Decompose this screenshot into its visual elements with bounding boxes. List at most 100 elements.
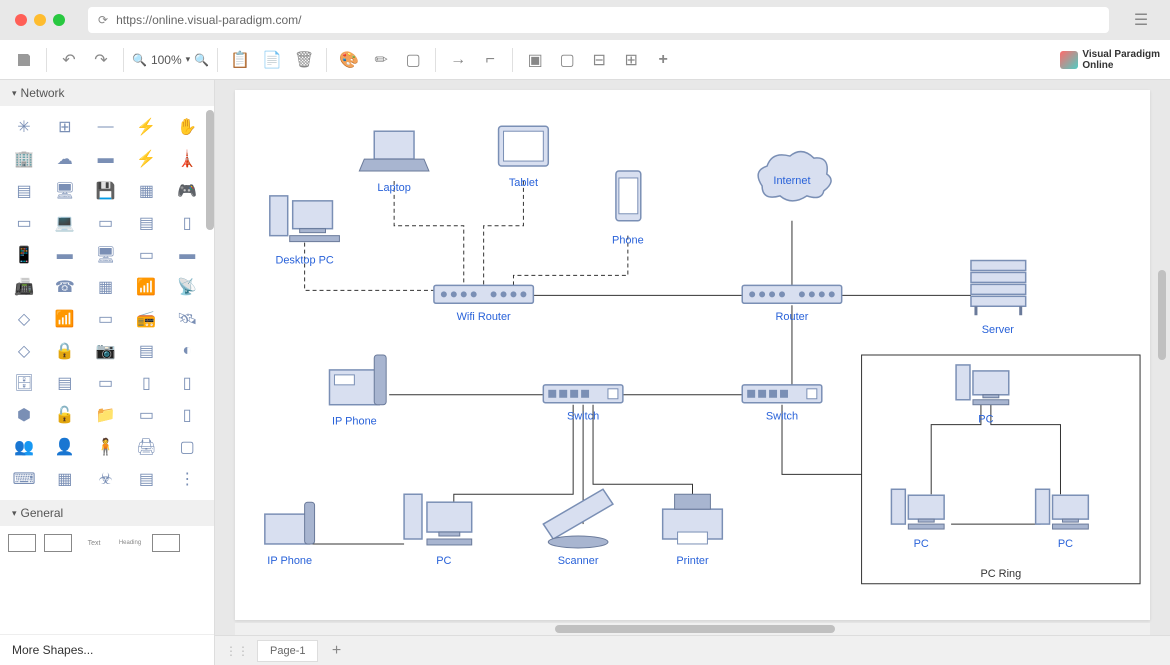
shape-cpu[interactable]: ▦ [49,466,81,492]
shape-router[interactable]: ▭ [8,210,40,236]
front-button[interactable]: ▣ [521,46,549,74]
shape-disk[interactable]: 💾 [90,178,122,204]
shape-keyboard[interactable]: ⌨ [8,466,40,492]
add-page-button[interactable]: + [326,641,346,661]
zoom-control[interactable]: 🔍 100% ▾ 🔍 [132,53,209,67]
shape-cloud[interactable]: ☁ [49,146,81,172]
shape-device[interactable]: ▭ [90,306,122,332]
shape-person[interactable]: 🧍 [90,434,122,460]
shape-monitor[interactable]: 🖥 [90,242,122,268]
maximize-window[interactable] [53,14,65,26]
node-desktop-pc[interactable]: Desktop PC [270,196,340,267]
shape-stick[interactable]: ▯ [171,402,203,428]
shape-grid[interactable]: ⊞ [49,114,81,140]
general-panel-header[interactable]: General [0,500,214,526]
redo-button[interactable]: ↷ [87,46,115,74]
shape-rack[interactable]: ▤ [8,178,40,204]
shape-line[interactable]: — [90,114,122,140]
shape-antenna[interactable]: 📶 [49,306,81,332]
shape-bio[interactable]: ☣ [90,466,122,492]
delete-button[interactable]: 🗑 [290,46,318,74]
node-server[interactable]: Server [971,261,1026,337]
shape-folder[interactable]: 📁 [90,402,122,428]
reload-icon[interactable]: ⟳ [98,13,108,27]
shape-sun[interactable]: ✳ [8,114,40,140]
shape-dots[interactable]: ⋮ [171,466,203,492]
shape-printer[interactable]: 🖨 [130,434,162,460]
shape-brick[interactable]: ▬ [171,242,203,268]
horizontal-scrollbar[interactable] [235,623,1150,635]
shape-bar[interactable]: ▬ [49,242,81,268]
shape-tower[interactable]: 🗼 [171,146,203,172]
shape-phone[interactable]: 📱 [8,242,40,268]
shape-fax[interactable]: 📠 [8,274,40,300]
node-internet[interactable]: Internet [758,152,831,201]
stroke-button[interactable]: ✏ [367,46,395,74]
shape-misc1[interactable]: ▤ [130,338,162,364]
sidebar-scrollbar[interactable] [206,110,214,230]
shape-building[interactable]: 🏢 [8,146,40,172]
distribute-button[interactable]: ⊞ [617,46,645,74]
gen-rect3[interactable] [152,534,180,552]
node-scanner[interactable]: Scanner [543,489,613,567]
shape-switch[interactable]: ▭ [90,210,122,236]
shape-ssd[interactable]: ▭ [90,370,122,396]
shape-unlock[interactable]: 🔓 [49,402,81,428]
shape-firewall[interactable]: ▦ [90,274,122,300]
shape-hand[interactable]: ✋ [171,114,203,140]
shape-dish[interactable]: 📡 [171,274,203,300]
shape-telephone[interactable]: ☎ [49,274,81,300]
gen-text[interactable]: Text [80,534,108,552]
node-pc-top[interactable]: PC [956,365,1009,426]
undo-button[interactable]: ↶ [55,46,83,74]
minimize-window[interactable] [34,14,46,26]
shape-modem[interactable]: ▤ [130,210,162,236]
zoom-in-icon[interactable]: 🔍 [194,53,209,67]
shape-users[interactable]: 👥 [8,434,40,460]
shape-cyl[interactable]: ⬢ [8,402,40,428]
add-button[interactable]: + [649,46,677,74]
shape-box[interactable]: ▭ [130,242,162,268]
gen-heading[interactable]: Heading [116,534,144,552]
network-panel-header[interactable]: Network [0,80,214,106]
shape-usb[interactable]: ▯ [130,370,162,396]
zoom-out-icon[interactable]: 🔍 [132,53,147,67]
shape-radio[interactable]: 📻 [130,306,162,332]
chevron-down-icon[interactable]: ▾ [186,54,191,65]
gen-rect2[interactable] [44,534,72,552]
node-ip-phone-2[interactable]: IP Phone [265,502,315,567]
more-shapes-button[interactable]: More Shapes... [0,634,214,665]
url-bar[interactable]: ⟳ https://online.visual-paradigm.com/ [88,7,1109,33]
shape-lock[interactable]: 🔒 [49,338,81,364]
menu-icon[interactable]: ☰ [1127,6,1155,34]
shape-satellite[interactable]: 🛰 [171,306,203,332]
copy-button[interactable]: 📋 [226,46,254,74]
shape-flash2[interactable]: ▯ [171,370,203,396]
page-tab-1[interactable]: Page-1 [257,640,318,662]
shape-chip[interactable]: ▦ [130,178,162,204]
shape-pc[interactable]: 🖥 [49,178,81,204]
shape-board[interactable]: ▢ [171,434,203,460]
shape-wifi[interactable]: 📶 [130,274,162,300]
shape-grid2[interactable]: ▤ [130,466,162,492]
paste-button[interactable]: 📄 [258,46,286,74]
vertical-scrollbar[interactable] [1156,90,1168,625]
shape-laptop[interactable]: 💻 [49,210,81,236]
align-button[interactable]: ⊟ [585,46,613,74]
node-pc-left[interactable]: PC [891,489,944,550]
fill-button[interactable]: 🎨 [335,46,363,74]
shape-gamepad[interactable]: 🎮 [171,178,203,204]
node-pc-1[interactable]: PC [404,494,472,567]
node-pc-right[interactable]: PC [1036,489,1089,550]
shape-server[interactable]: ▬ [90,146,122,172]
shape-card[interactable]: ▭ [130,402,162,428]
shape-misc2[interactable]: ◐ [171,338,203,364]
shadow-button[interactable]: ▢ [399,46,427,74]
node-switch-1[interactable]: Switch [543,385,623,423]
node-wifi-router[interactable]: Wifi Router [434,285,533,323]
node-switch-2[interactable]: Switch [742,385,822,423]
gen-rect1[interactable] [8,534,36,552]
shape-user[interactable]: 👤 [49,434,81,460]
back-button[interactable]: ▢ [553,46,581,74]
node-printer[interactable]: Printer [663,494,723,567]
